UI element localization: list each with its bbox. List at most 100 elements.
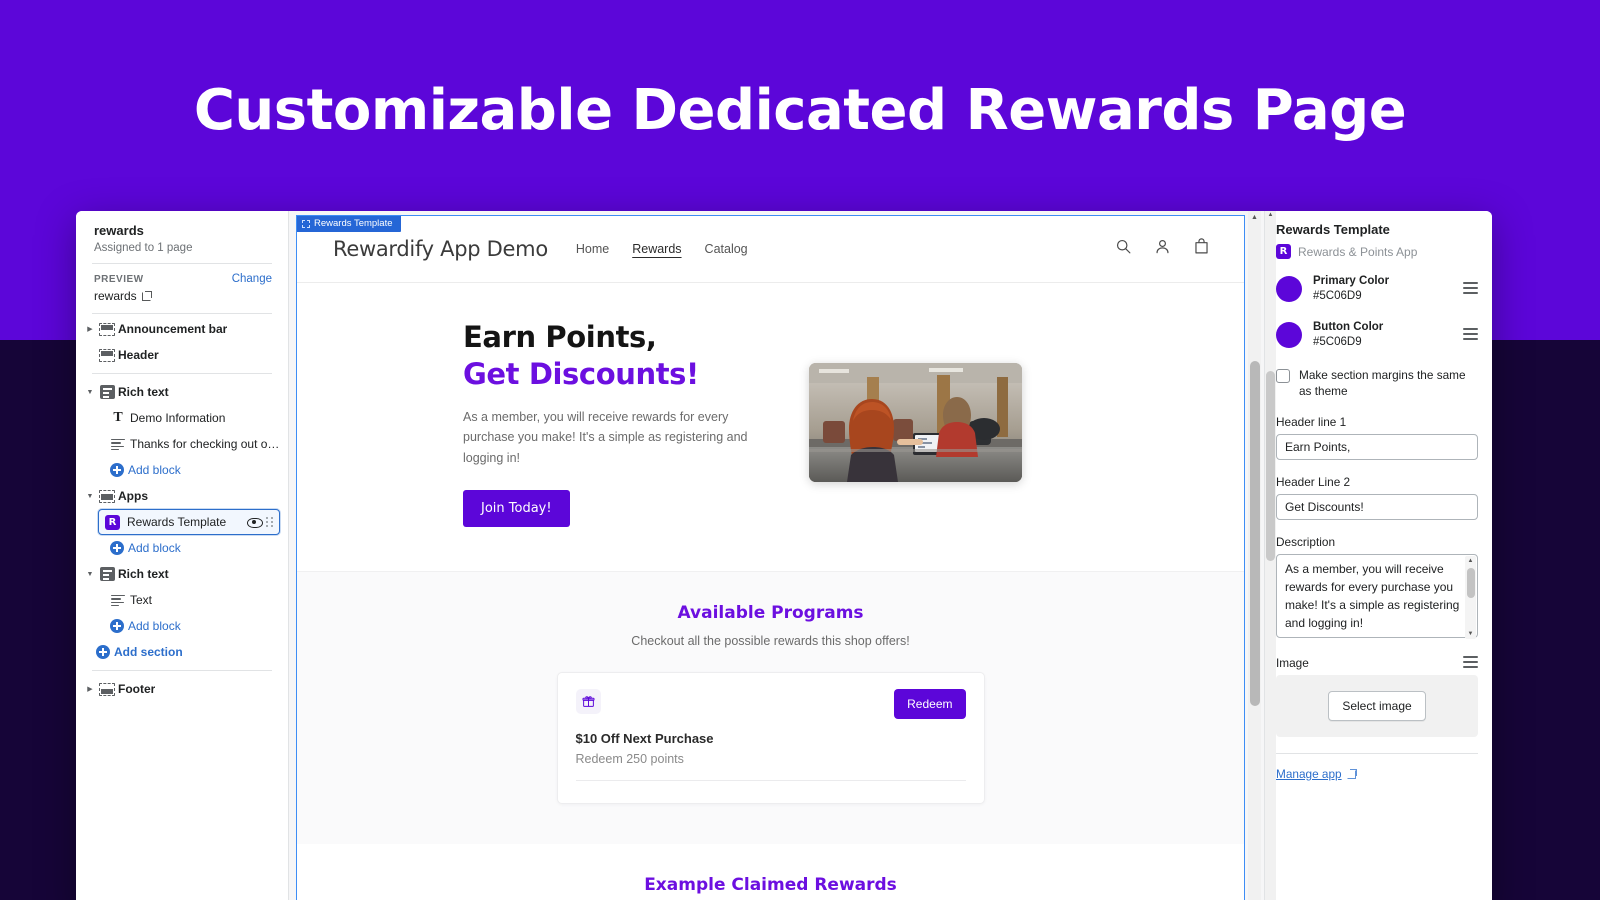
section-badge-label: Rewards Template <box>314 218 393 229</box>
chevron-right-icon[interactable]: ▶ <box>84 326 96 333</box>
primary-color-label: Primary Color <box>1313 275 1390 287</box>
button-color-row[interactable]: Button Color #5C06D9 <box>1276 319 1478 351</box>
primary-color-row[interactable]: Primary Color #5C06D9 <box>1276 273 1478 305</box>
chevron-right-icon[interactable]: ▶ <box>84 686 96 693</box>
redeem-button[interactable]: Redeem <box>894 688 966 719</box>
sidebar-item-apps[interactable]: ▼ Apps <box>76 483 288 509</box>
sidebar-item-rich-text-2[interactable]: ▼ Rich text <box>76 561 288 587</box>
sidebar-item-announcement-bar[interactable]: ▶ Announcement bar <box>76 316 288 342</box>
image-dropzone[interactable]: Select image <box>1276 674 1478 737</box>
dynamic-source-icon[interactable] <box>1463 327 1478 342</box>
preview-pane: Rewards Template Rewardify App Demo Home… <box>289 211 1264 900</box>
hero-heading-line-2: Get Discounts! <box>463 357 699 392</box>
sidebar-item-rewards-template[interactable]: R Rewards Template <box>98 509 280 535</box>
add-section-button[interactable]: Add section <box>76 639 288 665</box>
tree-separator-1 <box>92 373 272 374</box>
button-color-label: Button Color <box>1313 320 1384 333</box>
reward-points: Redeem 250 points <box>575 751 684 766</box>
hero-image-photo <box>809 363 1022 483</box>
search-icon[interactable] <box>1115 238 1132 260</box>
rewards-app-badge: R <box>105 514 120 530</box>
promo-headline: Customizable Dedicated Rewards Page <box>193 78 1407 143</box>
nav-link-catalog[interactable]: Catalog <box>705 242 748 256</box>
header-line-1-input[interactable] <box>1276 433 1478 460</box>
header-line-2-input[interactable] <box>1276 493 1478 520</box>
sidebar-item-text[interactable]: Text <box>76 587 288 613</box>
hero-heading-line-1: Earn Points, <box>463 320 657 354</box>
selected-section-badge: Rewards Template <box>297 216 401 232</box>
scroll-up-arrow-icon[interactable]: ▲ <box>1265 212 1276 218</box>
settings-inspector-panel: ▲ Rewards Template R Rewards & Points Ap… <box>1264 211 1492 900</box>
sidebar-header: rewards Assigned to 1 page <box>76 211 288 263</box>
inspector-app-row: R Rewards & Points App <box>1276 244 1478 259</box>
storefront-preview-frame[interactable]: Rewards Template Rewardify App Demo Home… <box>296 215 1245 900</box>
hero-text-column: Earn Points, Get Discounts! As a member,… <box>463 319 763 527</box>
inspector-app-name: Rewards & Points App <box>1298 244 1418 259</box>
available-programs-section: Available Programs Checkout all the poss… <box>297 570 1244 844</box>
add-block-label: Add block <box>128 541 181 555</box>
description-scroll-thumb[interactable] <box>1466 567 1475 598</box>
plus-circle-icon <box>106 463 128 477</box>
scroll-up-arrow-icon[interactable]: ▲ <box>1465 556 1476 566</box>
store-logo[interactable]: Rewardify App Demo <box>333 237 548 261</box>
sidebar-item-footer[interactable]: ▶ Footer <box>76 676 288 702</box>
inspector-scrollbar[interactable]: ▲ <box>1265 211 1276 900</box>
add-block-button-2[interactable]: Add block <box>76 535 288 561</box>
scroll-up-arrow-icon[interactable]: ▲ <box>1248 211 1261 224</box>
sidebar-item-rich-text-1[interactable]: ▼ Rich text <box>76 379 288 405</box>
drag-handle-icon[interactable] <box>265 515 275 529</box>
nav-link-home[interactable]: Home <box>576 242 609 256</box>
dynamic-source-icon[interactable] <box>1463 281 1478 296</box>
nav-link-rewards[interactable]: Rewards <box>632 242 681 256</box>
heading-text-icon: T <box>113 410 123 425</box>
change-preview-button[interactable]: Change <box>232 273 272 285</box>
dynamic-source-icon[interactable] <box>1463 655 1478 670</box>
eye-icon[interactable] <box>247 515 263 529</box>
add-section-label: Add section <box>114 645 183 659</box>
button-color-value: #5C06D9 <box>1313 336 1362 349</box>
section-tree: ▶ Announcement bar Header ▼ Rich text T … <box>76 314 288 702</box>
sidebar-item-label: Rewards Template <box>127 515 227 529</box>
manage-app-link[interactable]: Manage app <box>1276 767 1478 781</box>
inspector-scroll-thumb[interactable] <box>1266 371 1275 561</box>
template-name: rewards <box>94 223 144 238</box>
sidebar-item-thanks-text[interactable]: Thanks for checking out our… <box>76 431 288 457</box>
rewards-app-badge: R <box>1276 244 1291 259</box>
preview-scroll-thumb[interactable] <box>1249 361 1260 706</box>
sidebar-item-label: Thanks for checking out our… <box>130 437 280 451</box>
description-textarea[interactable]: As a member, you will receive rewards fo… <box>1276 553 1478 638</box>
scroll-down-arrow-icon[interactable]: ▼ <box>1465 629 1476 639</box>
chevron-down-icon[interactable]: ▼ <box>84 571 96 578</box>
button-color-meta: Button Color #5C06D9 <box>1313 319 1383 351</box>
add-block-button-1[interactable]: Add block <box>76 457 288 483</box>
preview-page-link[interactable]: rewards <box>94 289 272 303</box>
button-color-swatch[interactable] <box>1276 321 1302 348</box>
primary-color-value: #5C06D9 <box>1313 290 1362 303</box>
store-nav: Home Rewards Catalog <box>576 242 748 256</box>
description-scrollbar[interactable]: ▲ ▼ <box>1465 555 1476 639</box>
sidebar-item-demo-information[interactable]: T Demo Information <box>76 405 288 431</box>
primary-color-meta: Primary Color #5C06D9 <box>1313 273 1389 305</box>
sidebar-item-label: Apps <box>118 489 148 503</box>
chevron-down-icon[interactable]: ▼ <box>84 389 96 396</box>
description-field: Description As a member, you will receiv… <box>1276 535 1478 641</box>
chevron-down-icon[interactable]: ▼ <box>84 493 96 500</box>
primary-color-swatch[interactable] <box>1276 275 1302 302</box>
cart-icon[interactable] <box>1193 238 1210 260</box>
join-today-button[interactable]: Join Today! <box>463 489 570 527</box>
account-icon[interactable] <box>1154 238 1171 260</box>
select-image-button[interactable]: Select image <box>1328 690 1426 721</box>
section-margins-checkbox[interactable] <box>1276 368 1290 383</box>
reward-name: $10 Off Next Purchase <box>575 730 714 746</box>
external-link-icon <box>141 291 152 301</box>
section-icon <box>96 682 118 696</box>
sidebar-item-label: Text <box>130 593 153 607</box>
plus-circle-icon <box>106 619 128 633</box>
image-label: Image <box>1276 655 1309 670</box>
sidebar-item-label: Announcement bar <box>118 322 228 336</box>
sidebar-item-header[interactable]: Header <box>76 342 288 368</box>
programs-subtitle: Checkout all the possible rewards this s… <box>631 633 910 648</box>
add-block-button-3[interactable]: Add block <box>76 613 288 639</box>
section-margins-checkbox-row[interactable]: Make section margins the same as theme <box>1276 368 1478 400</box>
preview-scrollbar[interactable]: ▲ ▼ <box>1248 211 1261 900</box>
